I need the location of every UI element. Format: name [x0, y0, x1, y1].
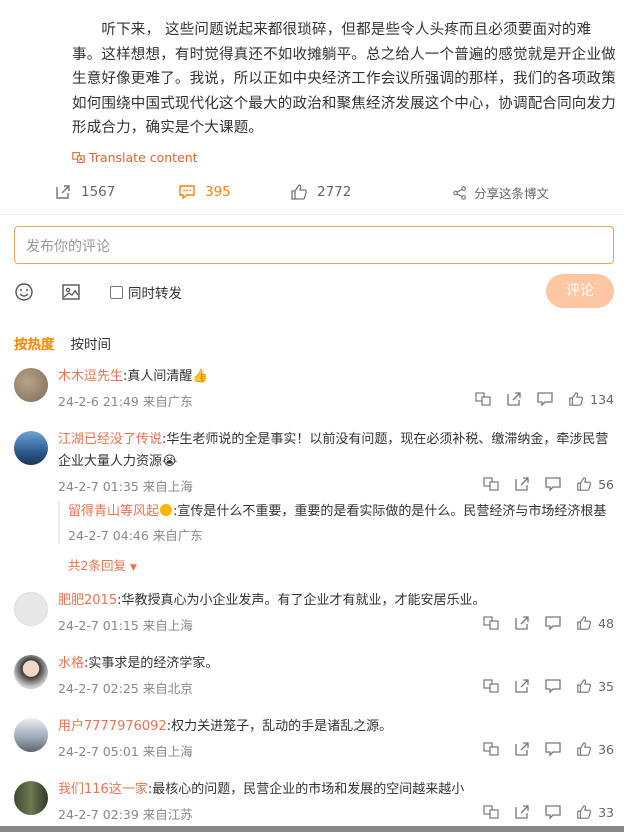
post-actions: 1567 395 2772 分享这条博文	[0, 183, 624, 211]
comment-actions: 35	[468, 678, 614, 694]
comment-like-count: 35	[598, 678, 614, 694]
comment-actions: 36	[468, 741, 614, 757]
comment-text: 水格:实事求是的经济学家。	[58, 656, 219, 671]
comment-author[interactable]: 木木逗先生	[58, 369, 123, 384]
translate-icon[interactable]	[483, 678, 499, 694]
verified-icon	[160, 504, 173, 516]
comment-actions: 48	[468, 615, 614, 631]
translate-icon[interactable]	[475, 391, 491, 407]
repost-icon	[56, 185, 70, 199]
repost-icon[interactable]	[514, 678, 530, 694]
reply-meta: 24-2-7 04:46 来自广东	[68, 528, 203, 543]
repost-icon[interactable]	[514, 476, 530, 492]
comment-author[interactable]: 肥肥2015	[58, 593, 117, 608]
comment-text: 肥肥2015:华教授真心为小企业发声。有了企业才有就业，才能安居乐业。	[58, 593, 486, 608]
repost-count: 1567	[81, 184, 116, 200]
reply-text: 留得青山等风起:宣传是什么不重要，重要的是看实际做的是什么。民营经济与市场经济根…	[68, 504, 607, 519]
comment-like-count: 48	[598, 615, 614, 631]
avatar[interactable]	[14, 368, 48, 402]
repost-button[interactable]: 1567	[54, 183, 115, 201]
like-button[interactable]: 2772	[290, 183, 351, 201]
comment-input[interactable]: 发布你的评论	[14, 226, 614, 264]
reply-item: 留得青山等风起:宣传是什么不重要，重要的是看实际做的是什么。民营经济与市场经济根…	[58, 501, 624, 544]
repost-icon[interactable]	[514, 615, 530, 631]
comment-text: 江湖已经没了传说:华生老师说的全是事实！以前没有问题，现在必须补税、缴滞纳金，牵…	[58, 432, 609, 469]
comment-meta: 24-2-7 05:01 来自上海	[58, 744, 193, 759]
avatar[interactable]	[14, 592, 48, 626]
comment-meta: 24-2-6 21:49 来自广东	[58, 394, 193, 409]
translate-icon[interactable]	[483, 741, 499, 757]
avatar[interactable]	[14, 781, 48, 815]
comment-icon	[179, 185, 195, 200]
share-label: 分享这条博文	[474, 186, 550, 201]
repost-icon[interactable]	[514, 804, 530, 820]
comment-author[interactable]: 我们116这一家	[58, 782, 148, 797]
comment-button[interactable]: 395	[178, 183, 231, 201]
thumbs-up-icon[interactable]	[576, 476, 592, 492]
comment-like-count: 56	[598, 476, 614, 492]
translate-icon[interactable]	[483, 804, 499, 820]
reply-author[interactable]: 留得青山等风起	[68, 504, 159, 519]
translate-link[interactable]: Translate content	[72, 150, 198, 165]
comment-icon[interactable]	[545, 615, 561, 631]
comment-count: 395	[205, 184, 231, 200]
comment-text: 我们116这一家:最核心的问题，民营企业的市场和发展的空间越来越小	[58, 782, 465, 797]
divider	[0, 214, 624, 215]
comment-icon[interactable]	[545, 476, 561, 492]
comment-meta: 24-2-7 01:15 来自上海	[58, 618, 193, 633]
repost-icon[interactable]	[506, 391, 522, 407]
thumbs-up-icon[interactable]	[576, 804, 592, 820]
comment-meta: 24-2-7 02:39 来自江苏	[58, 807, 193, 822]
translate-label: Translate content	[89, 150, 198, 165]
chevron-down-icon: ▼	[129, 563, 137, 573]
repost-checkbox[interactable]: 同时转发	[110, 282, 182, 302]
checkbox-box[interactable]	[110, 285, 123, 299]
comment-actions: 134	[460, 391, 614, 407]
comment-actions: 33	[468, 804, 614, 820]
comment-author[interactable]: 水格	[58, 656, 84, 671]
translate-icon[interactable]	[483, 476, 499, 492]
comment-meta: 24-2-7 02:25 来自北京	[58, 681, 193, 696]
share-icon	[453, 185, 466, 200]
translate-icon[interactable]	[483, 615, 499, 631]
tab-time[interactable]: 按时间	[71, 333, 112, 353]
comment-author[interactable]: 用户7777976092	[58, 719, 167, 734]
more-replies-link[interactable]: 共2条回复 ▼	[68, 555, 137, 574]
post-text: 听下来， 这些问题说起来都很琐碎，但都是些令人头疼而且必须要面对的难事。这样想想…	[72, 22, 616, 136]
comment-like-count: 33	[598, 804, 614, 820]
repost-checkbox-label: 同时转发	[128, 286, 182, 302]
comment-text: 木木逗先生:真人间清醒👍	[58, 369, 209, 384]
comment-icon[interactable]	[545, 804, 561, 820]
submit-comment-button[interactable]: 评论	[546, 274, 614, 308]
comment-like-count: 36	[598, 741, 614, 757]
thumbs-up-icon[interactable]	[568, 391, 584, 407]
sort-tabs: 按热度 按时间	[14, 333, 111, 353]
comment-icon[interactable]	[537, 391, 553, 407]
like-count: 2772	[317, 184, 352, 200]
tab-hot[interactable]: 按热度	[14, 333, 55, 353]
composer-toolbar: 同时转发	[0, 278, 624, 308]
thumbs-up-icon[interactable]	[576, 678, 592, 694]
comment-actions: 56	[468, 476, 614, 492]
emoji-icon[interactable]	[14, 282, 34, 302]
comment-like-count: 134	[590, 391, 614, 407]
comment-meta: 24-2-7 01:35 来自上海	[58, 479, 193, 494]
image-icon[interactable]	[61, 282, 81, 302]
share-button[interactable]: 分享这条博文	[452, 183, 549, 202]
translate-icon	[72, 152, 85, 163]
repost-icon[interactable]	[514, 741, 530, 757]
thumbs-up-icon	[291, 184, 307, 200]
comment-icon[interactable]	[545, 741, 561, 757]
comment-author[interactable]: 江湖已经没了传说	[58, 432, 162, 447]
thumbs-up-icon[interactable]	[576, 615, 592, 631]
avatar[interactable]	[14, 718, 48, 752]
comment-text: 用户7777976092:权力关进笼子，乱动的手是诸乱之源。	[58, 719, 393, 734]
comment-icon[interactable]	[545, 678, 561, 694]
thumbs-up-icon[interactable]	[576, 741, 592, 757]
avatar[interactable]	[14, 655, 48, 689]
bottom-edge	[0, 826, 624, 832]
avatar[interactable]	[14, 431, 48, 465]
